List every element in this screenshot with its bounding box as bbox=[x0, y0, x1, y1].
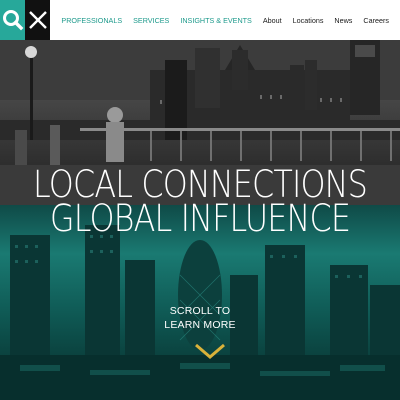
scroll-to-learn-more[interactable]: SCROLL TO LEARN MORE bbox=[0, 304, 400, 332]
close-icon bbox=[28, 11, 47, 29]
nav-locations[interactable]: Locations bbox=[293, 16, 324, 25]
search-icon bbox=[2, 10, 23, 31]
nav-services[interactable]: SERVICES bbox=[133, 16, 169, 25]
nav-news[interactable]: News bbox=[334, 16, 352, 25]
scroll-text-line2: LEARN MORE bbox=[164, 319, 236, 331]
hero-headline-line2: GLOBAL INFLUENCE bbox=[49, 197, 351, 240]
search-button[interactable] bbox=[0, 0, 26, 40]
nav-professionals[interactable]: PROFESSIONALS bbox=[61, 16, 122, 25]
chevron-down-icon[interactable] bbox=[193, 342, 227, 360]
hero-banner: LOCAL CONNECTIONS GLOBAL INFLUENCE SCROL… bbox=[0, 40, 400, 400]
nav-about[interactable]: About bbox=[263, 16, 282, 25]
close-button[interactable] bbox=[25, 0, 51, 40]
nav-insights-events[interactable]: INSIGHTS & EVENTS bbox=[180, 16, 252, 25]
scroll-text-line1: SCROLL TO bbox=[169, 305, 231, 317]
nav-careers[interactable]: Careers bbox=[363, 16, 389, 25]
site-header: PROFESSIONALS SERVICES INSIGHTS & EVENTS… bbox=[0, 0, 400, 40]
main-nav: PROFESSIONALS SERVICES INSIGHTS & EVENTS… bbox=[61, 0, 400, 40]
